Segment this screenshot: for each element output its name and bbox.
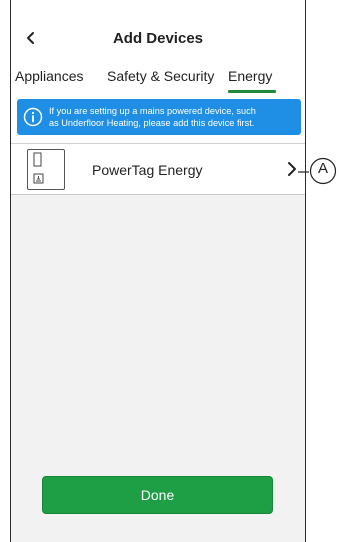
banner-line-1: If you are setting up a mains powered de… bbox=[49, 106, 256, 116]
banner-line-2: as Underfloor Heating, please add this d… bbox=[49, 118, 255, 128]
powertag-device-drawing bbox=[33, 152, 44, 184]
device-label: PowerTag Energy bbox=[92, 162, 203, 178]
device-row-powertag-energy[interactable]: PowerTag Energy bbox=[11, 144, 305, 195]
tab-bar: Appliances Safety & Security Energy bbox=[11, 68, 305, 94]
info-icon bbox=[23, 107, 43, 127]
done-button[interactable]: Done bbox=[42, 476, 273, 514]
header: Add Devices Appliances Safety & Security… bbox=[11, 0, 305, 108]
page-title: Add Devices bbox=[112, 30, 204, 47]
phone-screen: Add Devices Appliances Safety & Security… bbox=[10, 0, 306, 542]
active-tab-indicator bbox=[228, 90, 276, 93]
info-banner: If you are setting up a mains powered de… bbox=[17, 99, 301, 135]
banner-message: If you are setting up a mains powered de… bbox=[49, 105, 256, 129]
tab-appliances[interactable]: Appliances bbox=[15, 68, 84, 84]
tab-safety-security[interactable]: Safety & Security bbox=[107, 68, 214, 84]
callout-label: A bbox=[317, 160, 328, 177]
powertag-device-icon bbox=[27, 149, 65, 190]
tab-energy[interactable]: Energy bbox=[228, 68, 272, 84]
